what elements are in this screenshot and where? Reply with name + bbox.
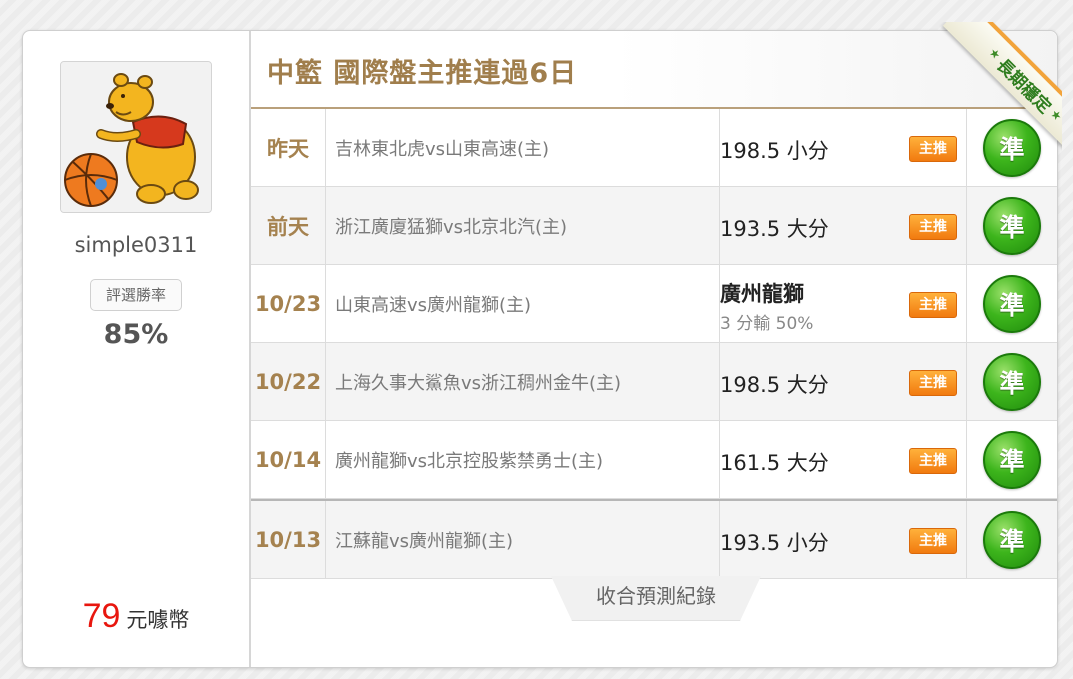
prediction-result-cell: 準 — [967, 265, 1057, 342]
prediction-result-cell: 準 — [967, 187, 1057, 264]
main-pick-badge: 主推 — [909, 136, 957, 162]
prediction-pick-cell: 161.5 大分 主推 — [711, 421, 967, 498]
username: simple0311 — [74, 233, 198, 257]
prediction-pick: 198.5 大分 — [720, 373, 829, 397]
prediction-date: 10/23 — [251, 265, 326, 342]
prediction-pick-cell: 廣州龍獅 3 分輸 50% 主推 — [711, 265, 967, 342]
prediction-match[interactable]: 江蘇龍vs廣州龍獅(主) — [326, 501, 720, 578]
page: simple0311 評選勝率 85% 79 元噱幣 中籃 國際盤主推連過6日 昨… — [0, 0, 1073, 679]
prediction-result-cell: 準 — [967, 501, 1057, 578]
title-bar: 中籃 國際盤主推連過6日 — [251, 31, 1057, 109]
prediction-pick: 198.5 小分 — [720, 139, 829, 163]
prediction-row: 昨天 吉林東北虎vs山東高速(主) 198.5 小分 主推 準 — [251, 109, 1057, 187]
prediction-row: 前天 浙江廣廈猛獅vs北京北汽(主) 193.5 大分 主推 準 — [251, 187, 1057, 265]
prediction-date: 前天 — [251, 187, 326, 264]
prediction-date: 10/22 — [251, 343, 326, 420]
main-pick-badge: 主推 — [909, 214, 957, 240]
star-icon: ★ — [1047, 106, 1062, 124]
prediction-row: 10/22 上海久事大鯊魚vs浙江稠州金牛(主) 198.5 大分 主推 準 — [251, 343, 1057, 421]
prediction-pick-cell: 193.5 大分 主推 — [711, 187, 967, 264]
prediction-pick-cell: 198.5 大分 主推 — [711, 343, 967, 420]
prediction-match[interactable]: 浙江廣廈猛獅vs北京北汽(主) — [326, 187, 720, 264]
collapse-area: 收合預測紀錄 — [251, 576, 1057, 626]
prediction-result-cell: 準 — [967, 421, 1057, 498]
result-hit-icon: 準 — [983, 510, 1041, 569]
prediction-match[interactable]: 吉林東北虎vs山東高速(主) — [326, 109, 720, 186]
prediction-date: 10/13 — [251, 501, 326, 578]
result-hit-icon: 準 — [983, 196, 1041, 255]
profile-panel: simple0311 評選勝率 85% 79 元噱幣 — [23, 31, 251, 667]
result-hit-icon: 準 — [983, 118, 1041, 177]
coins-value: 79 — [82, 597, 121, 635]
prediction-row: 10/14 廣州龍獅vs北京控股紫禁勇士(主) 161.5 大分 主推 準 — [251, 421, 1057, 499]
result-hit-icon: 準 — [983, 352, 1041, 411]
win-rate-value: 85% — [103, 319, 169, 350]
expert-card: simple0311 評選勝率 85% 79 元噱幣 中籃 國際盤主推連過6日 昨… — [22, 22, 1062, 668]
result-hit-icon: 準 — [983, 430, 1041, 489]
prediction-match[interactable]: 廣州龍獅vs北京控股紫禁勇士(主) — [326, 421, 720, 498]
prediction-pick: 廣州龍獅 — [720, 282, 804, 306]
prediction-row: 10/23 山東高速vs廣州龍獅(主) 廣州龍獅 3 分輸 50% 主推 準 — [251, 265, 1057, 343]
panel-title: 中籃 國際盤主推連過6日 — [267, 58, 578, 89]
pooh-basketball-image — [61, 62, 211, 212]
prediction-pick-sub: 3 分輸 50% — [720, 314, 814, 334]
prediction-result-cell: 準 — [967, 343, 1057, 420]
main-pick-badge: 主推 — [909, 528, 957, 554]
coins-price[interactable]: 79 元噱幣 — [23, 597, 249, 636]
prediction-pick: 161.5 大分 — [720, 451, 829, 475]
prediction-date: 10/14 — [251, 421, 326, 498]
prediction-date: 昨天 — [251, 109, 326, 186]
avatar[interactable] — [60, 61, 212, 213]
main-pick-badge: 主推 — [909, 292, 957, 318]
prediction-pick: 193.5 小分 — [720, 531, 829, 555]
prediction-pick-cell: 198.5 小分 主推 — [711, 109, 967, 186]
prediction-match[interactable]: 山東高速vs廣州龍獅(主) — [326, 265, 720, 342]
coins-unit: 元噱幣 — [126, 608, 190, 632]
main-pick-badge: 主推 — [909, 448, 957, 474]
prediction-list: 昨天 吉林東北虎vs山東高速(主) 198.5 小分 主推 準 前天 浙江廣廈猛… — [251, 109, 1057, 579]
prediction-pick-cell: 193.5 小分 主推 — [711, 501, 967, 578]
win-rate-label: 評選勝率 — [90, 279, 182, 311]
prediction-pick: 193.5 大分 — [720, 217, 829, 241]
collapse-records-button[interactable]: 收合預測紀錄 — [551, 576, 761, 621]
prediction-match[interactable]: 上海久事大鯊魚vs浙江稠州金牛(主) — [326, 343, 720, 420]
predictions-panel: 中籃 國際盤主推連過6日 昨天 吉林東北虎vs山東高速(主) 198.5 小分 … — [251, 31, 1057, 667]
result-hit-icon: 準 — [983, 274, 1041, 333]
prediction-row: 10/13 江蘇龍vs廣州龍獅(主) 193.5 小分 主推 準 — [251, 499, 1057, 579]
main-pick-badge: 主推 — [909, 370, 957, 396]
